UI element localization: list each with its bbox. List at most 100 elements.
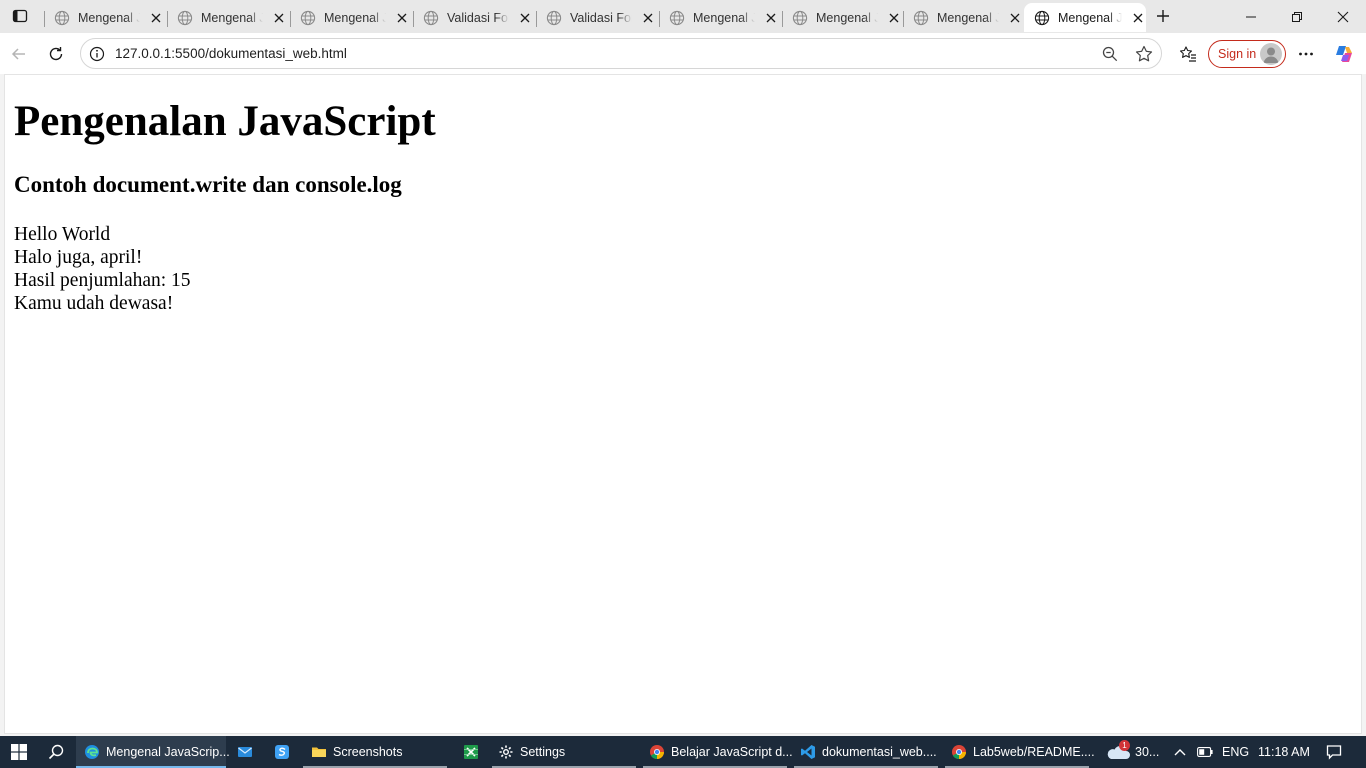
close-tab-icon[interactable]: [148, 10, 164, 26]
edge-icon: [85, 745, 99, 759]
tab-title: Validasi Form: [570, 10, 632, 25]
taskbar-item-app[interactable]: [266, 736, 298, 768]
language-indicator[interactable]: ENG: [1222, 736, 1249, 768]
address-bar[interactable]: 127.0.0.1:5500/dokumentasi_web.html: [80, 38, 1162, 69]
favorite-star-icon[interactable]: [1134, 44, 1154, 64]
minimize-icon[interactable]: [1228, 0, 1274, 33]
tab-title: Mengenal JavaScript: [693, 10, 755, 25]
vscode-icon: [801, 745, 815, 759]
browser-tab[interactable]: Mengenal JavaScript: [290, 3, 410, 32]
tab-title: Validasi Form: [447, 10, 509, 25]
weather-widget[interactable]: 1 30...: [1103, 736, 1163, 768]
page-subheading: Contoh document.write dan console.log: [14, 172, 402, 197]
taskbar-item-chrome-1[interactable]: Belajar JavaScript d...: [643, 736, 793, 768]
windows-logo-icon: [11, 744, 27, 760]
tab-title: Mengenal JavaScript: [201, 10, 263, 25]
close-tab-icon[interactable]: [1007, 10, 1023, 26]
avatar-icon: [1260, 43, 1282, 65]
refresh-icon[interactable]: [41, 39, 71, 69]
globe-icon: [54, 10, 70, 25]
close-tab-icon[interactable]: [271, 10, 287, 26]
taskbar-item-mail[interactable]: [229, 736, 261, 768]
back-icon[interactable]: [4, 39, 34, 69]
close-tab-icon[interactable]: [394, 10, 410, 26]
globe-icon: [423, 10, 439, 25]
more-options-icon[interactable]: [1291, 39, 1321, 69]
taskbar-item-screenshots[interactable]: Screenshots: [303, 736, 447, 768]
taskbar-item-label: dokumentasi_web....: [822, 745, 937, 759]
tab-title: Mengenal JavaScript: [937, 10, 999, 25]
globe-icon: [913, 10, 929, 25]
globe-icon: [669, 10, 685, 25]
web-page-viewport: Pengenalan JavaScript Contoh document.wr…: [4, 74, 1362, 734]
taskbar-item-chrome-2[interactable]: Lab5web/README....: [945, 736, 1095, 768]
app-icon: [275, 745, 289, 759]
output-lines: Hello World Halo juga, april! Hasil penj…: [14, 223, 191, 315]
show-hidden-icons-icon[interactable]: [1170, 736, 1190, 768]
taskbar-item-spreadsheet[interactable]: [455, 736, 487, 768]
url-text[interactable]: 127.0.0.1:5500/dokumentasi_web.html: [115, 46, 347, 61]
close-tab-icon[interactable]: [517, 10, 533, 26]
output-line: Kamu udah dewasa!: [14, 293, 174, 314]
close-tab-icon[interactable]: [886, 10, 902, 26]
browser-tab[interactable]: Mengenal JavaScript: [1024, 3, 1146, 32]
taskbar-item-label: Lab5web/README....: [973, 745, 1095, 759]
globe-icon: [546, 10, 562, 25]
new-tab-button[interactable]: [1150, 4, 1176, 28]
gear-icon: [499, 745, 513, 759]
taskbar-item-edge[interactable]: Mengenal JavaScrip...: [76, 736, 230, 768]
close-tab-icon[interactable]: [1130, 10, 1146, 26]
weather-badge: 1: [1119, 740, 1130, 751]
tab-title: Mengenal JavaScript: [1058, 10, 1122, 25]
chrome-icon: [650, 745, 664, 760]
output-line: Halo juga, april!: [14, 247, 143, 268]
sign-in-label: Sign in: [1218, 47, 1257, 61]
output-line: Hasil penjumlahan: 15: [14, 270, 191, 291]
clock[interactable]: 11:18 AM: [1258, 736, 1310, 768]
browser-tab[interactable]: Mengenal JavaScript: [903, 3, 1023, 32]
tab-actions-menu-icon[interactable]: [6, 4, 34, 28]
browser-tab[interactable]: Mengenal JavaScript: [167, 3, 287, 32]
browser-tab[interactable]: Validasi Form: [413, 3, 533, 32]
restore-icon[interactable]: [1274, 0, 1320, 33]
chrome-icon: [952, 745, 966, 760]
globe-icon: [1034, 10, 1050, 25]
taskbar-item-label: Settings: [520, 745, 566, 759]
tab-strip: Mengenal JavaScript Mengenal JavaScript Me…: [0, 0, 1366, 33]
browser-tab[interactable]: Mengenal JavaScript: [782, 3, 902, 32]
search-button[interactable]: [38, 736, 74, 768]
favorites-icon[interactable]: [1173, 39, 1203, 69]
notification-icon[interactable]: [1322, 736, 1346, 768]
taskbar: Mengenal JavaScrip... Screenshots Settin…: [0, 736, 1366, 768]
weather-text: 30...: [1135, 745, 1160, 759]
globe-icon: [177, 10, 193, 25]
close-tab-icon[interactable]: [763, 10, 779, 26]
tab-title: Mengenal JavaScript: [78, 10, 140, 25]
battery-icon[interactable]: [1194, 736, 1216, 768]
start-button[interactable]: [0, 736, 38, 768]
taskbar-item-settings[interactable]: Settings: [492, 736, 636, 768]
close-window-icon[interactable]: [1320, 0, 1366, 33]
site-info-icon[interactable]: [89, 46, 105, 62]
taskbar-item-vscode[interactable]: dokumentasi_web....: [794, 736, 938, 768]
browser-tab[interactable]: Mengenal JavaScript: [44, 3, 164, 32]
zoom-out-icon[interactable]: [1101, 45, 1119, 63]
search-icon: [48, 744, 64, 760]
taskbar-item-label: Mengenal JavaScrip...: [106, 745, 230, 759]
copilot-icon[interactable]: [1329, 39, 1359, 69]
globe-icon: [300, 10, 316, 25]
globe-icon: [792, 10, 808, 25]
taskbar-item-label: Belajar JavaScript d...: [671, 745, 793, 759]
tab-title: Mengenal JavaScript: [324, 10, 386, 25]
browser-tab[interactable]: Validasi Form: [536, 3, 656, 32]
taskbar-item-label: Screenshots: [333, 745, 403, 759]
tab-title: Mengenal JavaScript: [816, 10, 878, 25]
output-line: Hello World: [14, 224, 111, 245]
browser-toolbar: 127.0.0.1:5500/dokumentasi_web.html Sign…: [0, 33, 1366, 74]
folder-icon: [312, 747, 326, 757]
page-heading: Pengenalan JavaScript: [14, 98, 436, 145]
spreadsheet-icon: [464, 745, 478, 759]
browser-tab[interactable]: Mengenal JavaScript: [659, 3, 779, 32]
close-tab-icon[interactable]: [640, 10, 656, 26]
sign-in-button[interactable]: Sign in: [1208, 40, 1286, 68]
